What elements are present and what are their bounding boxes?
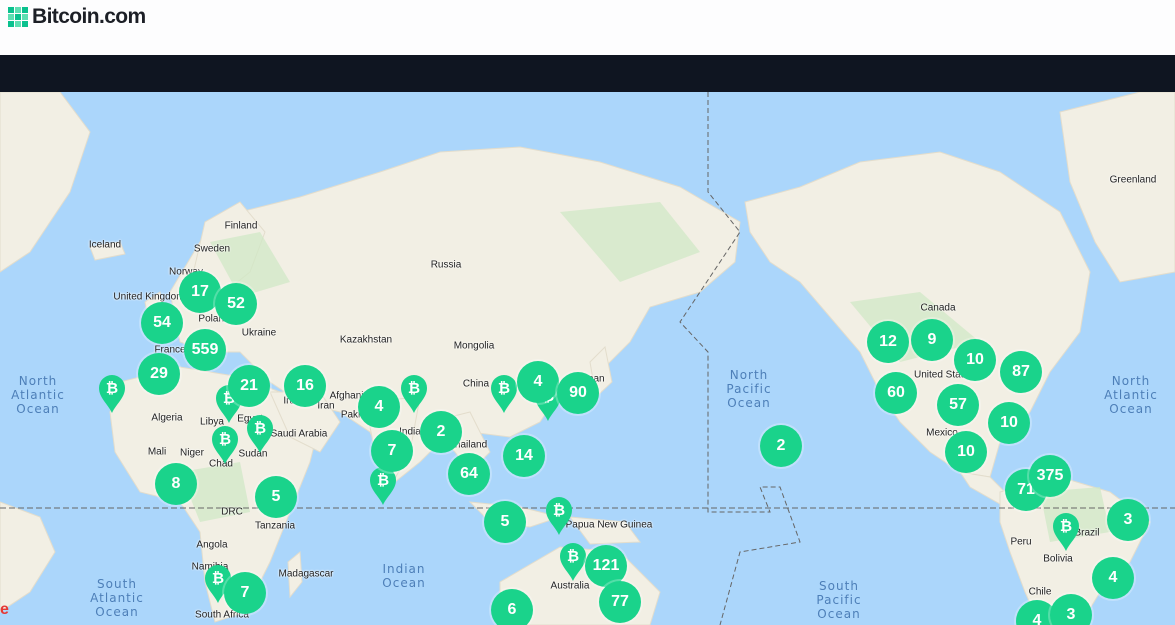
merchant-cluster[interactable]: 29 (138, 353, 180, 395)
country-label: Bolivia (1043, 553, 1073, 565)
country-label: Russia (430, 259, 462, 271)
country-label: China (462, 378, 490, 390)
merchant-cluster[interactable]: 4 (517, 361, 559, 403)
bitcoin-logo-icon (8, 7, 28, 27)
country-label: Canada (920, 302, 956, 314)
merchant-cluster[interactable]: 10 (988, 402, 1030, 444)
svg-text:₿: ₿ (553, 501, 565, 519)
country-label: Algeria (151, 412, 183, 424)
brand-name: Bitcoin.com (32, 5, 146, 28)
map-attribution: e (0, 601, 9, 618)
ocean-label: South Atlantic Ocean (90, 577, 144, 619)
svg-text:₿: ₿ (498, 379, 510, 397)
merchant-cluster[interactable]: 52 (215, 283, 257, 325)
country-label: Niger (180, 447, 204, 459)
merchant-cluster[interactable]: 64 (448, 453, 490, 495)
navigation-bar (0, 55, 1175, 92)
country-label: Greenland (1109, 174, 1157, 186)
ocean-label: South Pacific Ocean (816, 579, 862, 621)
svg-text:₿: ₿ (1060, 517, 1072, 535)
merchant-map[interactable]: Greenland Iceland Finland Sweden Norway … (0, 92, 1175, 625)
bitcoin-pin-icon[interactable]: ₿ (490, 374, 518, 414)
merchant-cluster[interactable]: 5 (484, 501, 526, 543)
merchant-cluster[interactable]: 7 (224, 572, 266, 614)
country-label: Iceland (88, 239, 122, 251)
merchant-cluster[interactable]: 12 (867, 321, 909, 363)
country-label: Peru (1010, 536, 1032, 548)
country-label: Sweden (193, 243, 231, 255)
merchant-cluster[interactable]: 16 (284, 365, 326, 407)
merchant-cluster[interactable]: 14 (503, 435, 545, 477)
merchant-cluster[interactable]: 559 (184, 329, 226, 371)
svg-text:₿: ₿ (567, 547, 579, 565)
bitcoin-pin-icon[interactable]: ₿ (246, 414, 274, 454)
bitcoin-pin-icon[interactable]: ₿ (1052, 512, 1080, 552)
svg-text:₿: ₿ (219, 430, 231, 448)
country-label: Australia (550, 580, 590, 592)
merchant-cluster[interactable]: 4 (358, 386, 400, 428)
merchant-cluster[interactable]: 10 (954, 339, 996, 381)
bitcoin-pin-icon[interactable]: ₿ (545, 496, 573, 536)
country-label: Chile (1028, 586, 1052, 598)
country-label: Papua New Guinea (565, 519, 653, 531)
merchant-cluster[interactable]: 90 (557, 372, 599, 414)
svg-text:₿: ₿ (212, 569, 224, 587)
merchant-cluster[interactable]: 10 (945, 431, 987, 473)
merchant-cluster[interactable]: 3 (1107, 499, 1149, 541)
ocean-label: North Atlantic Ocean (1104, 374, 1158, 416)
site-header: Bitcoin.com (0, 0, 1175, 55)
merchant-cluster[interactable]: 4 (1092, 557, 1134, 599)
country-label: Kazakhstan (339, 334, 393, 346)
ocean-label: North Pacific Ocean (726, 368, 772, 410)
country-label: Mali (147, 446, 167, 458)
merchant-cluster[interactable]: 57 (937, 384, 979, 426)
merchant-cluster[interactable]: 60 (875, 372, 917, 414)
svg-text:₿: ₿ (254, 419, 266, 437)
bitcoin-pin-icon[interactable]: ₿ (211, 425, 239, 465)
country-label: Iran (317, 400, 335, 412)
map-basemap (0, 92, 1175, 625)
merchant-cluster[interactable]: 2 (760, 425, 802, 467)
country-label: Mongolia (453, 340, 495, 352)
merchant-cluster[interactable]: 21 (228, 365, 270, 407)
svg-text:₿: ₿ (377, 471, 389, 489)
bitcoin-pin-icon[interactable]: ₿ (369, 466, 397, 506)
merchant-cluster[interactable]: 375 (1029, 455, 1071, 497)
bitcoin-pin-icon[interactable]: ₿ (400, 374, 428, 414)
merchant-cluster[interactable]: 2 (420, 411, 462, 453)
svg-text:₿: ₿ (408, 379, 420, 397)
ocean-label: Indian Ocean (382, 562, 426, 590)
country-label: United Kingdom (113, 291, 185, 303)
country-label: Angola (196, 539, 228, 551)
brand-logo[interactable]: Bitcoin.com (8, 5, 146, 28)
bitcoin-pin-icon[interactable]: ₿ (559, 542, 587, 582)
svg-text:₿: ₿ (106, 379, 118, 397)
merchant-cluster[interactable]: 87 (1000, 351, 1042, 393)
merchant-cluster[interactable]: 77 (599, 581, 641, 623)
merchant-cluster[interactable]: 7 (371, 430, 413, 472)
country-label: Ukraine (241, 327, 277, 339)
country-label: Tanzania (254, 520, 296, 532)
country-label: DRC (221, 506, 243, 518)
country-label: Finland (224, 220, 258, 232)
merchant-cluster[interactable]: 6 (491, 589, 533, 625)
country-label: Madagascar (278, 568, 334, 580)
merchant-cluster[interactable]: 54 (141, 302, 183, 344)
merchant-cluster[interactable]: 9 (911, 319, 953, 361)
bitcoin-pin-icon[interactable]: ₿ (98, 374, 126, 414)
merchant-cluster[interactable]: 5 (255, 476, 297, 518)
country-label: Saudi Arabia (270, 428, 328, 440)
merchant-cluster[interactable]: 8 (155, 463, 197, 505)
ocean-label: North Atlantic Ocean (11, 374, 65, 416)
